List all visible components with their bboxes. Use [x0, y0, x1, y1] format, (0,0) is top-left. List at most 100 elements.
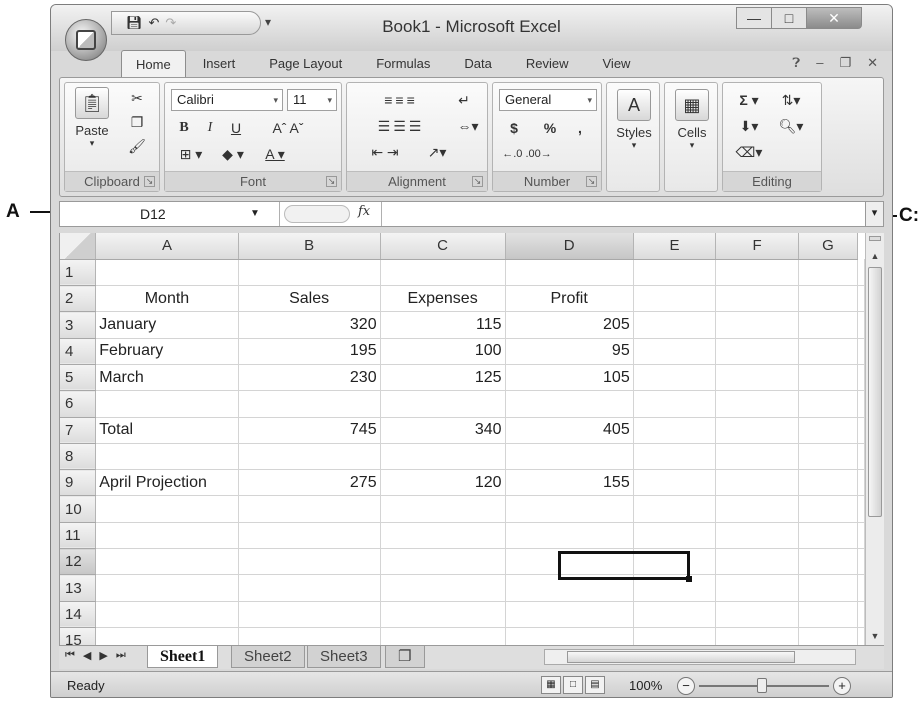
merge-center-icon[interactable]: ⇔▾: [451, 115, 485, 137]
row-header[interactable]: 12: [60, 548, 97, 576]
horizontal-scrollbar[interactable]: [544, 649, 856, 665]
row-header[interactable]: 4: [60, 338, 97, 365]
cell-d11[interactable]: [505, 522, 634, 550]
sheet-tab-sheet3[interactable]: Sheet3: [307, 646, 381, 668]
cell-b3[interactable]: 320: [238, 311, 381, 339]
row-header[interactable]: 2: [60, 285, 97, 313]
insert-sheet-icon[interactable]: ❐: [385, 646, 425, 668]
cell-g8[interactable]: [798, 443, 859, 471]
tab-insert[interactable]: Insert: [186, 56, 253, 77]
copy-icon[interactable]: ❐: [125, 111, 149, 133]
number-format-select[interactable]: General ▾: [499, 89, 597, 111]
row-header[interactable]: 14: [60, 601, 97, 628]
tab-view[interactable]: View: [586, 56, 648, 77]
cell-a5[interactable]: March: [95, 364, 239, 392]
cell-g13[interactable]: [798, 574, 859, 602]
name-box[interactable]: D12 ▼: [60, 202, 280, 226]
cell-f2[interactable]: [715, 285, 799, 313]
cell-f7[interactable]: [715, 417, 799, 444]
cell-d5[interactable]: 105: [505, 364, 634, 392]
cell-b9[interactable]: 275: [238, 469, 381, 497]
cell-f4[interactable]: [715, 338, 799, 365]
cell-a7[interactable]: Total: [95, 417, 239, 444]
cell-f3[interactable]: [715, 311, 799, 339]
cell-e4[interactable]: [633, 338, 717, 365]
font-color-icon[interactable]: A ▾: [257, 143, 293, 165]
cell-d7[interactable]: 405: [505, 417, 634, 444]
column-header-e[interactable]: E: [633, 233, 717, 260]
cell-a1[interactable]: [95, 259, 239, 287]
row-header[interactable]: 9: [60, 469, 97, 497]
cell-g5[interactable]: [798, 364, 859, 392]
sheet-tab-sheet2[interactable]: Sheet2: [231, 646, 305, 668]
cell-c11[interactable]: [380, 522, 506, 550]
cell-a9[interactable]: April Projection: [95, 469, 239, 497]
cell-b5[interactable]: 230: [238, 364, 381, 392]
page-break-view-icon[interactable]: ▤: [585, 676, 605, 694]
close-button[interactable]: ✕: [806, 7, 862, 29]
scroll-down-icon[interactable]: ▼: [866, 627, 884, 645]
cell-g14[interactable]: [798, 601, 859, 628]
cell-b6[interactable]: [238, 390, 381, 418]
find-select-icon[interactable]: 🔍︎▾: [771, 115, 811, 137]
column-header-b[interactable]: B: [238, 233, 381, 260]
cell-f14[interactable]: [715, 601, 799, 628]
bold-button[interactable]: B: [173, 117, 195, 139]
fill-icon[interactable]: ⬇︎▾: [731, 115, 767, 137]
cell-e7[interactable]: [633, 417, 717, 444]
cell-b11[interactable]: [238, 522, 381, 550]
cell-g6[interactable]: [798, 390, 859, 418]
percent-button[interactable]: %: [537, 117, 563, 139]
cell-a11[interactable]: [95, 522, 239, 550]
alignment-launcher-icon[interactable]: ↘: [472, 176, 483, 187]
currency-button[interactable]: $: [499, 117, 529, 139]
zoom-out-icon[interactable]: −: [677, 677, 695, 695]
cell-c13[interactable]: [380, 574, 506, 602]
zoom-in-icon[interactable]: +: [833, 677, 851, 695]
doc-minimize-icon[interactable]: –: [816, 55, 823, 71]
cell-f13[interactable]: [715, 574, 799, 602]
cell-a6[interactable]: [95, 390, 239, 418]
row-header[interactable]: 1: [60, 259, 97, 287]
cell-d10[interactable]: [505, 495, 634, 523]
autosum-icon[interactable]: Σ ▾: [731, 89, 767, 111]
page-layout-view-icon[interactable]: □: [563, 676, 583, 694]
cell-c15[interactable]: [380, 627, 506, 645]
cell-g1[interactable]: [798, 259, 859, 287]
cell-d2[interactable]: Profit: [505, 285, 634, 313]
cell-b4[interactable]: 195: [238, 338, 381, 365]
cell-c2[interactable]: Expenses: [380, 285, 506, 313]
wrap-text-icon[interactable]: ↵: [451, 89, 477, 111]
row-header[interactable]: 7: [60, 417, 97, 444]
cell-c7[interactable]: 340: [380, 417, 506, 444]
cell-b15[interactable]: [238, 627, 381, 645]
row-header[interactable]: 11: [60, 522, 97, 550]
cell-g12[interactable]: [798, 548, 859, 576]
cell-e14[interactable]: [633, 601, 717, 628]
cell-g2[interactable]: [798, 285, 859, 313]
cell-a13[interactable]: [95, 574, 239, 602]
tab-page-layout[interactable]: Page Layout: [252, 56, 359, 77]
orientation-icon[interactable]: ↗▾: [419, 141, 455, 163]
chevron-down-icon[interactable]: ▼: [250, 202, 260, 226]
cell-g11[interactable]: [798, 522, 859, 550]
cell-e11[interactable]: [633, 522, 717, 550]
vertical-scrollbar[interactable]: ▲ ▼: [865, 233, 884, 645]
row-header[interactable]: 15: [60, 627, 97, 645]
cell-f10[interactable]: [715, 495, 799, 523]
vertical-scroll-thumb[interactable]: [868, 267, 882, 517]
fill-color-icon[interactable]: ◆ ▾: [215, 143, 251, 165]
column-header-f[interactable]: F: [715, 233, 799, 260]
sort-filter-icon[interactable]: ⇅▾: [771, 89, 811, 111]
cell-b2[interactable]: Sales: [238, 285, 381, 313]
cell-f8[interactable]: [715, 443, 799, 471]
cell-g9[interactable]: [798, 469, 859, 497]
first-sheet-icon[interactable]: ⏮︎: [65, 649, 75, 662]
cell-g4[interactable]: [798, 338, 859, 365]
cell-d1[interactable]: [505, 259, 634, 287]
prev-sheet-icon[interactable]: ◀: [83, 649, 91, 662]
expand-formula-bar-icon[interactable]: ▾: [865, 202, 883, 226]
cell-b13[interactable]: [238, 574, 381, 602]
cell-c1[interactable]: [380, 259, 506, 287]
cell-c5[interactable]: 125: [380, 364, 506, 392]
